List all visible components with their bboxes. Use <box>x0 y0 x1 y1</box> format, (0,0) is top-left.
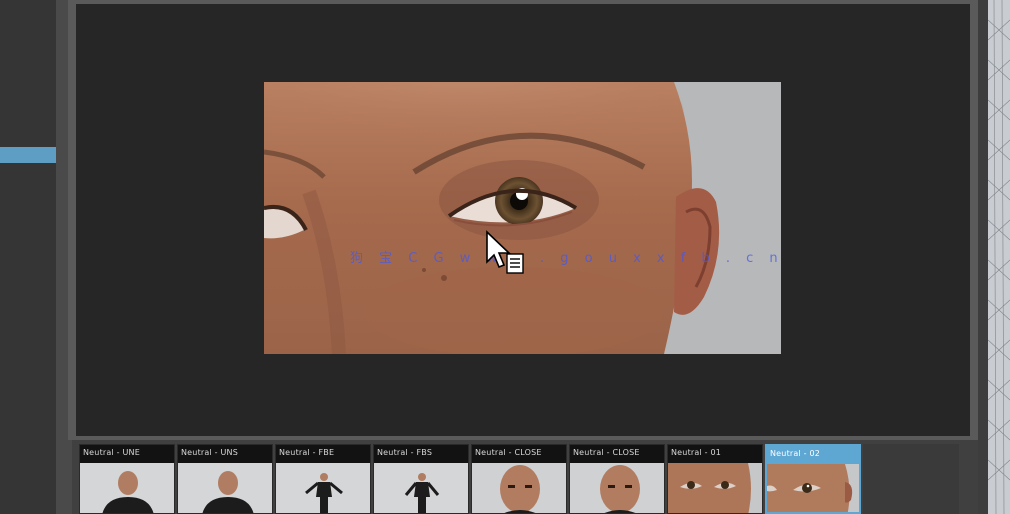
thumbnail-strip: Neutral - UNE Neutral - UNS Neutral - FB… <box>79 444 959 514</box>
eye-closeup-photo-icon <box>767 464 859 512</box>
left-panel-selected-item[interactable] <box>0 147 56 163</box>
wireframe-preview <box>988 0 1010 514</box>
thumbnail-label: Neutral - CLOSE <box>475 448 542 457</box>
thumbnail-6[interactable]: Neutral - 01 <box>667 444 763 514</box>
thumbnail-label: Neutral - FBE <box>279 448 335 457</box>
wireframe-mesh-icon <box>988 0 1010 514</box>
full-body-photo-icon <box>276 463 370 513</box>
bust-photo-icon <box>80 463 174 513</box>
mouse-cursor-icon <box>486 230 524 274</box>
thumbnail-2[interactable]: Neutral - FBE <box>275 444 371 514</box>
eye-closeup-image <box>264 82 781 354</box>
thumbnail-label: Neutral - UNE <box>83 448 140 457</box>
thumbnail-7-selected[interactable]: Neutral - 02 <box>765 444 861 514</box>
thumbnail-4[interactable]: Neutral - CLOSE <box>471 444 567 514</box>
thumbnail-label: Neutral - 02 <box>770 449 821 458</box>
thumbnail-5[interactable]: Neutral - CLOSE <box>569 444 665 514</box>
thumbnail-1[interactable]: Neutral - UNS <box>177 444 273 514</box>
bust-photo-icon <box>178 463 272 513</box>
thumbnail-label: Neutral - FBS <box>377 448 433 457</box>
thumbnail-3[interactable]: Neutral - FBS <box>373 444 469 514</box>
thumbnail-label: Neutral - 01 <box>671 448 722 457</box>
thumbnail-label: Neutral - UNS <box>181 448 239 457</box>
left-panel <box>0 0 56 514</box>
full-body-photo-icon <box>374 463 468 513</box>
thumbnail-0[interactable]: Neutral - UNE <box>79 444 175 514</box>
face-photo-icon <box>472 463 566 513</box>
eye-closeup-photo-icon <box>668 463 762 513</box>
reference-photo-eyes-closeup[interactable] <box>264 82 781 354</box>
thumbnail-label: Neutral - CLOSE <box>573 448 640 457</box>
face-photo-icon <box>570 463 664 513</box>
thumbnail-empty-slot <box>863 444 959 514</box>
